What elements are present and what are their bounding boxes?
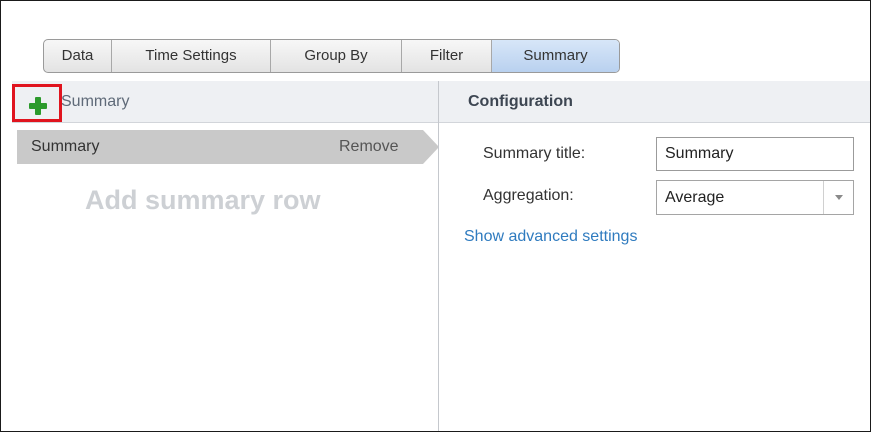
plus-icon <box>29 97 47 115</box>
summary-config-dialog: Data Time Settings Group By Filter Summa… <box>0 0 871 432</box>
tab-data[interactable]: Data <box>44 40 112 72</box>
summary-row[interactable]: Summary Remove <box>17 130 439 164</box>
chevron-down-icon <box>835 195 843 200</box>
tab-summary[interactable]: Summary <box>492 40 619 72</box>
summary-row-label: Summary <box>31 138 100 155</box>
add-summary-row-hint: Add summary row <box>85 185 321 215</box>
summary-list-header-label: Summary <box>61 93 130 110</box>
remove-summary-button[interactable]: Remove <box>339 130 399 164</box>
aggregation-dropdown-button[interactable] <box>823 181 853 214</box>
aggregation-value: Average <box>665 189 725 206</box>
aggregation-select[interactable]: Average <box>656 180 854 215</box>
show-advanced-settings-link[interactable]: Show advanced settings <box>464 228 637 246</box>
add-summary-button[interactable] <box>12 84 62 122</box>
aggregation-label: Aggregation: <box>483 187 574 204</box>
summary-title-input[interactable] <box>656 137 854 171</box>
pane-divider <box>438 81 439 431</box>
configuration-title: Configuration <box>468 93 573 110</box>
tab-filter[interactable]: Filter <box>402 40 492 72</box>
tab-bar: Data Time Settings Group By Filter Summa… <box>43 39 620 73</box>
summary-title-label: Summary title: <box>483 145 586 162</box>
tab-time-settings[interactable]: Time Settings <box>112 40 271 72</box>
tab-group-by[interactable]: Group By <box>271 40 402 72</box>
